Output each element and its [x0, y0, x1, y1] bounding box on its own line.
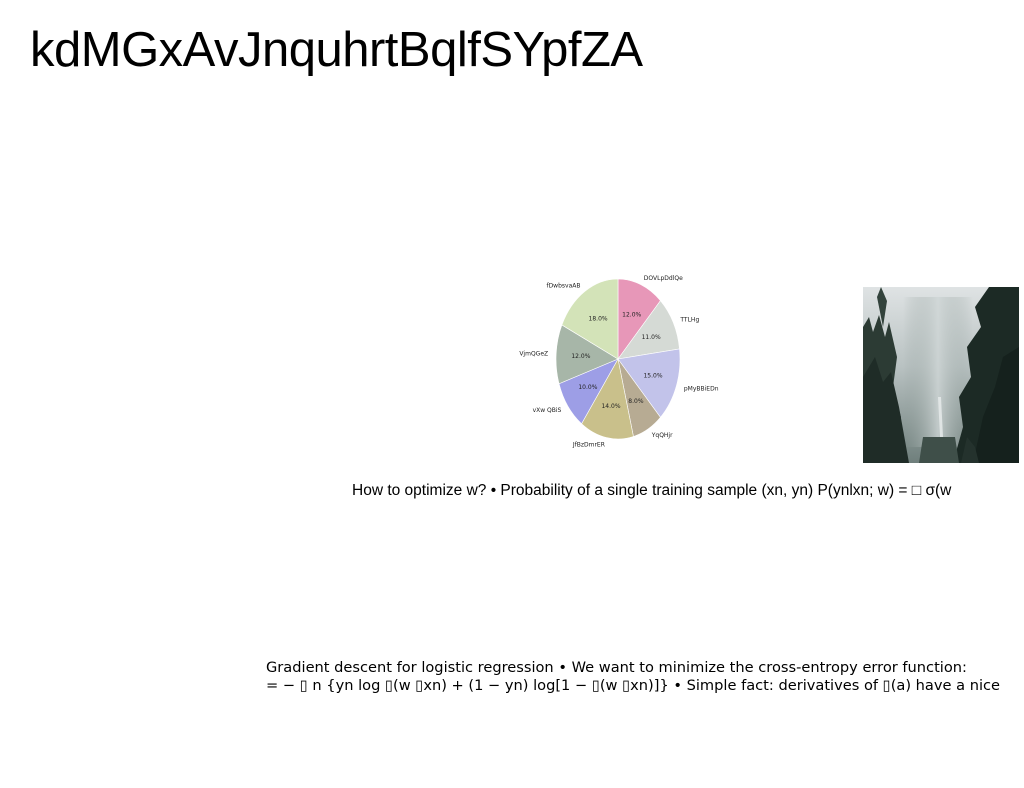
pie-pct-label: 12.0%: [571, 353, 590, 360]
forest-photo: [863, 287, 1019, 463]
pie-chart-svg: 12.0% DOVLpDdlQe 11.0% TTLHg 15.0% pMyBBiEDn 8…: [519, 275, 719, 448]
pie-category-label: fDwbsvaAB: [546, 283, 580, 290]
pie-pct-label: 15.0%: [643, 372, 662, 379]
pie-pct-label: 10.0%: [578, 384, 597, 391]
pie-chart: 12.0% DOVLpDdlQe 11.0% TTLHg 15.0% pMyBBiEDn 8…: [510, 272, 730, 462]
pie-pct-label: 11.0%: [642, 334, 661, 341]
pie-category-label: pMyBBiEDn: [684, 385, 719, 392]
forest-image: [863, 287, 1019, 463]
caption-logistic-probability: How to optimize w? • Probability of a si…: [352, 482, 952, 499]
pie-category-label: TTLHg: [679, 317, 699, 324]
page-title: kdMGxAvJnquhrtBqlfSYpfZA: [30, 23, 643, 77]
pie-category-label: YqQHjr: [651, 432, 673, 439]
pie-category-label: vXw QBiS: [533, 407, 562, 414]
pie-category-label: DOVLpDdlQe: [644, 275, 683, 282]
caption-gradient-descent: Gradient descent for logistic regression…: [266, 659, 1000, 695]
pie-pct-label: 12.0%: [622, 311, 641, 318]
pie-category-label: JfBzDmrER: [572, 441, 605, 448]
caption-line-1: Gradient descent for logistic regression…: [266, 659, 967, 676]
caption-line-2: = − ▯ n {yn log ▯(w ▯xn) + (1 − yn) log[…: [266, 677, 1001, 694]
pie-pct-label: 14.0%: [601, 403, 620, 410]
pie-category-label: VjmQGeZ: [519, 351, 548, 358]
pie-pct-label: 18.0%: [589, 315, 608, 322]
pie-pct-label: 8.0%: [628, 398, 644, 405]
